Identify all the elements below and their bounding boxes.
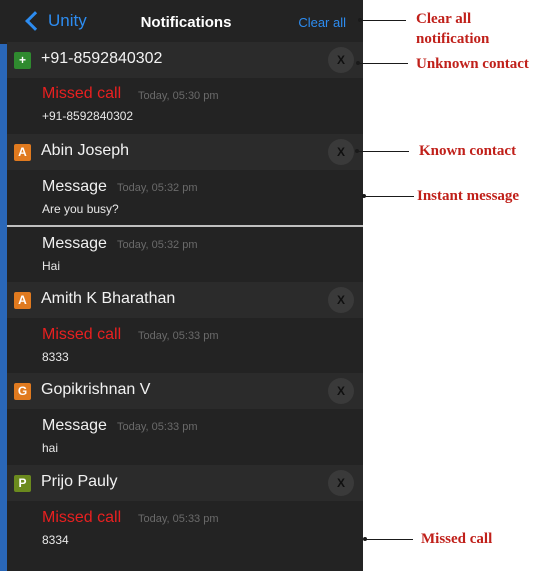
- entry-detail: Hai: [42, 259, 61, 273]
- contact-row-known[interactable]: A Abin Joseph X: [7, 134, 363, 170]
- entry-type: Message: [42, 178, 107, 195]
- contact-name: Prijo Pauly: [41, 473, 118, 490]
- entry-detail: Are you busy?: [42, 202, 119, 216]
- contact-badge: A: [14, 292, 31, 309]
- callout-dot: [362, 194, 366, 198]
- dismiss-button[interactable]: X: [328, 287, 354, 313]
- contact-name: +91-8592840302: [41, 50, 163, 67]
- contact-row-unknown[interactable]: + +91-8592840302 X: [7, 42, 363, 78]
- contact-badge: +: [14, 52, 31, 69]
- contact-badge: A: [14, 144, 31, 161]
- dismiss-button[interactable]: X: [328, 470, 354, 496]
- annotation-unknown-contact: Unknown contact: [416, 56, 529, 72]
- annotation-instant-message: Instant message: [417, 188, 520, 204]
- notification-entry[interactable]: Missed call Today, 05:33 pm 8333: [7, 318, 363, 373]
- dismiss-button[interactable]: X: [328, 47, 354, 73]
- callout-line-instant-message: [364, 196, 414, 197]
- clear-all-button[interactable]: Clear all: [298, 15, 346, 30]
- notification-entry[interactable]: Message Today, 05:32 pm Hai: [7, 227, 363, 282]
- callout-dot: [358, 18, 362, 22]
- entry-detail: 8333: [42, 350, 69, 364]
- annotation-clear-all: Clear all notification: [416, 9, 489, 49]
- annotation-line: notification: [416, 31, 490, 47]
- notification-entry[interactable]: Message Today, 05:33 pm hai: [7, 409, 363, 465]
- entry-detail: +91-8592840302: [42, 109, 134, 123]
- entry-type: Missed call: [42, 509, 122, 526]
- callout-dot: [356, 61, 360, 65]
- callout-dot: [355, 149, 359, 153]
- callout-line-missed-call: [365, 539, 413, 540]
- entry-time: Today, 05:33 pm: [138, 330, 219, 342]
- entry-time: Today, 05:30 pm: [138, 90, 219, 102]
- dismiss-button[interactable]: X: [328, 378, 354, 404]
- notification-entry[interactable]: Missed call Today, 05:30 pm +91-85928403…: [7, 78, 363, 134]
- entry-time: Today, 05:32 pm: [117, 239, 198, 251]
- notification-entry[interactable]: Missed call Today, 05:33 pm 8334: [7, 501, 363, 571]
- annotation-missed-call: Missed call: [421, 531, 493, 547]
- entry-type: Message: [42, 235, 107, 252]
- contact-row-known[interactable]: P Prijo Pauly X: [7, 465, 363, 501]
- entry-type: Message: [42, 417, 107, 434]
- contact-name: Gopikrishnan V: [41, 381, 151, 398]
- callout-line-unknown-contact: [358, 63, 408, 64]
- contact-name: Amith K Bharathan: [41, 290, 176, 307]
- annotation-line: Clear all: [416, 11, 472, 27]
- entry-type: Missed call: [42, 85, 122, 102]
- callout-line-clear-all: [360, 20, 406, 21]
- contact-badge: G: [14, 383, 31, 400]
- entry-time: Today, 05:33 pm: [117, 421, 198, 433]
- entry-detail: 8334: [42, 533, 69, 547]
- dismiss-button[interactable]: X: [328, 139, 354, 165]
- notification-entry[interactable]: Message Today, 05:32 pm Are you busy?: [7, 170, 363, 225]
- contact-badge: P: [14, 475, 31, 492]
- contact-row-known[interactable]: G Gopikrishnan V X: [7, 373, 363, 409]
- entry-time: Today, 05:32 pm: [117, 182, 198, 194]
- callout-line-known-contact: [357, 151, 409, 152]
- entry-time: Today, 05:33 pm: [138, 513, 219, 525]
- annotation-known-contact: Known contact: [419, 143, 517, 159]
- screen-edge: [0, 0, 7, 571]
- notifications-screen: Unity Notifications Clear all + +91-8592…: [0, 0, 363, 571]
- callout-dot: [363, 537, 367, 541]
- contact-name: Abin Joseph: [41, 142, 130, 159]
- contact-row-known[interactable]: A Amith K Bharathan X: [7, 282, 363, 318]
- entry-type: Missed call: [42, 326, 122, 343]
- entry-detail: hai: [42, 441, 59, 455]
- navigation-bar: Unity Notifications Clear all: [0, 0, 363, 44]
